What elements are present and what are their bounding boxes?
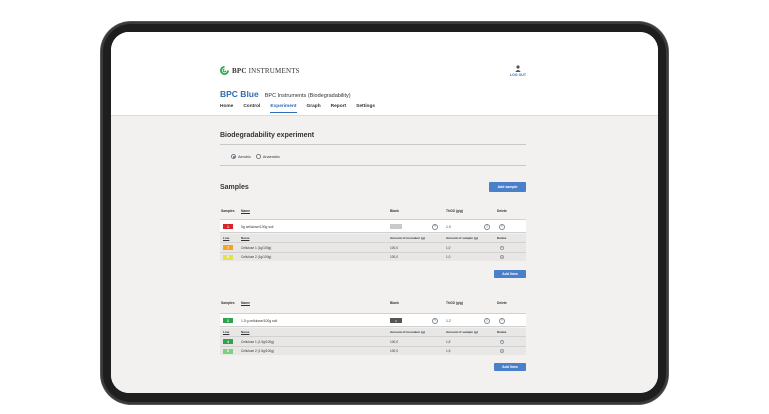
tablet-screen: BPC INSTRUMENTS LOG OUT BPC Blue BPC Ins… bbox=[111, 32, 658, 393]
logout-label: LOG OUT bbox=[510, 73, 526, 77]
logo-icon bbox=[220, 66, 229, 75]
add-lines-button[interactable]: Add lines bbox=[494, 270, 526, 278]
col-line[interactable]: Line bbox=[223, 236, 229, 240]
sample-blank-2[interactable]: 2 bbox=[390, 318, 402, 323]
col-samples: Samples bbox=[221, 209, 235, 213]
col-thod: ThOD (g/g) bbox=[446, 209, 464, 213]
line-table-header: Line Name Amount of inoculum (g) Amount … bbox=[220, 328, 526, 336]
col-line-name[interactable]: Name bbox=[241, 236, 249, 240]
samples-table-header: Samples Name Blank ThOD (g/g) Delete bbox=[220, 298, 526, 308]
col-sample-amount: Amount of sample (g) bbox=[446, 236, 478, 240]
samples-table-header: Samples Name Blank ThOD (g/g) Delete bbox=[220, 206, 526, 216]
line-badge: 5 bbox=[223, 348, 233, 354]
app-title-row: BPC Blue BPC Instruments (Biodegradabili… bbox=[220, 89, 351, 99]
line-sample: 1,0 bbox=[446, 245, 451, 250]
sample-thod-1: 1.0 bbox=[446, 225, 451, 229]
main-nav: Home Control Experiment Graph Report Set… bbox=[220, 104, 375, 113]
col-samples: Samples bbox=[221, 301, 235, 305]
line-badge: 8 bbox=[223, 254, 233, 260]
add-sample-button[interactable]: Add sample bbox=[489, 182, 526, 192]
tab-graph[interactable]: Graph bbox=[307, 104, 321, 113]
col-inoculum: Amount of inoculum (g) bbox=[390, 330, 425, 334]
add-lines-button[interactable]: Add lines bbox=[494, 363, 526, 371]
line-name: Cellulose 2 (1g/100g) bbox=[241, 255, 272, 259]
col-line-delete: Delete bbox=[497, 330, 507, 334]
radio-aerobic[interactable]: Aerobic bbox=[231, 154, 251, 159]
line-table-header: Line Name Amount of inoculum (g) Amount … bbox=[220, 234, 526, 242]
experiment-type-radios: Aerobic Anaerobic bbox=[231, 154, 280, 159]
close-icon[interactable]: × bbox=[500, 245, 504, 250]
line-row: 4 Cellulose 1 (1.5g/100g) 100,0 1,5 × bbox=[220, 336, 526, 345]
sample-name-1: 5g cellulose/100g soil bbox=[241, 225, 274, 229]
line-row: 7 Cellulose 1 (1g/100g) 100,0 1,0 × bbox=[220, 242, 526, 251]
sample-name-2: 1.5 g cellulose/100g soil bbox=[241, 319, 278, 323]
col-name[interactable]: Name bbox=[241, 209, 250, 213]
line-name: Cellulose 2 (1.5g/100g) bbox=[241, 349, 274, 353]
col-thod: ThOD (g/g) bbox=[446, 301, 464, 305]
experiment-title: Biodegradability experiment bbox=[220, 132, 315, 139]
line-sample: 1,5 bbox=[446, 349, 451, 353]
app-header: BPC INSTRUMENTS LOG OUT BPC Blue BPC Ins… bbox=[111, 32, 658, 116]
tab-experiment[interactable]: Experiment bbox=[270, 104, 297, 113]
line-inoculum: 100,0 bbox=[390, 349, 398, 353]
radio-anaerobic-circle[interactable] bbox=[255, 154, 261, 159]
radio-anaerobic[interactable]: Anaerobic bbox=[255, 154, 280, 159]
radio-aerobic-circle[interactable] bbox=[231, 154, 236, 159]
user-icon bbox=[515, 65, 521, 72]
line-block-2: Line Name Amount of inoculum (g) Amount … bbox=[220, 328, 526, 355]
tab-report[interactable]: Report bbox=[331, 104, 346, 113]
radio-anaerobic-label: Anaerobic bbox=[262, 154, 280, 159]
tab-home[interactable]: Home bbox=[220, 104, 233, 113]
samples-title: Samples bbox=[220, 184, 249, 191]
edit-icon[interactable]: ✎ bbox=[432, 317, 438, 324]
close-icon[interactable]: × bbox=[500, 349, 504, 353]
line-row: 8 Cellulose 2 (1g/100g) 100,0 1,0 × bbox=[220, 251, 526, 261]
trash-icon[interactable]: ▯ bbox=[484, 223, 490, 230]
col-name[interactable]: Name bbox=[241, 301, 250, 305]
sample-row-2: 2 1.5 g cellulose/100g soil 2 ✎ 1.2 ▯ × bbox=[220, 313, 526, 327]
line-row: 5 Cellulose 2 (1.5g/100g) 100,0 1,5 × bbox=[220, 345, 526, 355]
sample-badge-1: 1 bbox=[223, 224, 233, 229]
trash-icon[interactable]: ▯ bbox=[484, 317, 490, 324]
sample-blank-1[interactable] bbox=[390, 224, 402, 229]
col-blank: Blank bbox=[390, 301, 399, 305]
logo-text: BPC INSTRUMENTS bbox=[232, 66, 300, 75]
line-sample: 1,5 bbox=[446, 339, 451, 344]
sample-badge-2: 2 bbox=[223, 318, 233, 323]
col-blank: Blank bbox=[390, 209, 399, 213]
logo: BPC INSTRUMENTS bbox=[220, 66, 300, 75]
col-line[interactable]: Line bbox=[223, 330, 229, 334]
col-delete: Delete bbox=[497, 209, 507, 213]
line-name: Cellulose 1 (1.5g/100g) bbox=[241, 339, 274, 344]
col-line-name[interactable]: Name bbox=[241, 330, 249, 334]
radio-aerobic-label: Aerobic bbox=[238, 154, 251, 159]
line-inoculum: 100,0 bbox=[390, 245, 398, 250]
line-sample: 1,0 bbox=[446, 255, 451, 259]
close-icon[interactable]: × bbox=[500, 255, 504, 259]
tab-settings[interactable]: Settings bbox=[356, 104, 375, 113]
line-badge: 4 bbox=[223, 339, 233, 344]
line-inoculum: 100,0 bbox=[390, 255, 398, 259]
sample-thod-2: 1.2 bbox=[446, 319, 451, 323]
tab-control[interactable]: Control bbox=[243, 104, 260, 113]
line-badge: 7 bbox=[223, 245, 233, 250]
col-line-delete: Delete bbox=[497, 236, 507, 240]
close-icon[interactable]: × bbox=[500, 339, 504, 344]
line-inoculum: 100,0 bbox=[390, 339, 398, 344]
close-icon[interactable]: × bbox=[499, 317, 505, 324]
sample-row-1: 1 5g cellulose/100g soil ✎ 1.0 ▯ × bbox=[220, 219, 526, 233]
edit-icon[interactable]: ✎ bbox=[432, 223, 438, 230]
logout-button[interactable]: LOG OUT bbox=[507, 65, 529, 77]
close-icon[interactable]: × bbox=[499, 223, 505, 230]
col-sample-amount: Amount of sample (g) bbox=[446, 330, 478, 334]
app-title: BPC Blue bbox=[220, 89, 259, 99]
app-subtitle: BPC Instruments (Biodegradability) bbox=[264, 93, 351, 99]
col-inoculum: Amount of inoculum (g) bbox=[390, 236, 425, 240]
line-name: Cellulose 1 (1g/100g) bbox=[241, 245, 272, 250]
line-block-1: Line Name Amount of inoculum (g) Amount … bbox=[220, 234, 526, 261]
col-delete: Delete bbox=[497, 301, 507, 305]
